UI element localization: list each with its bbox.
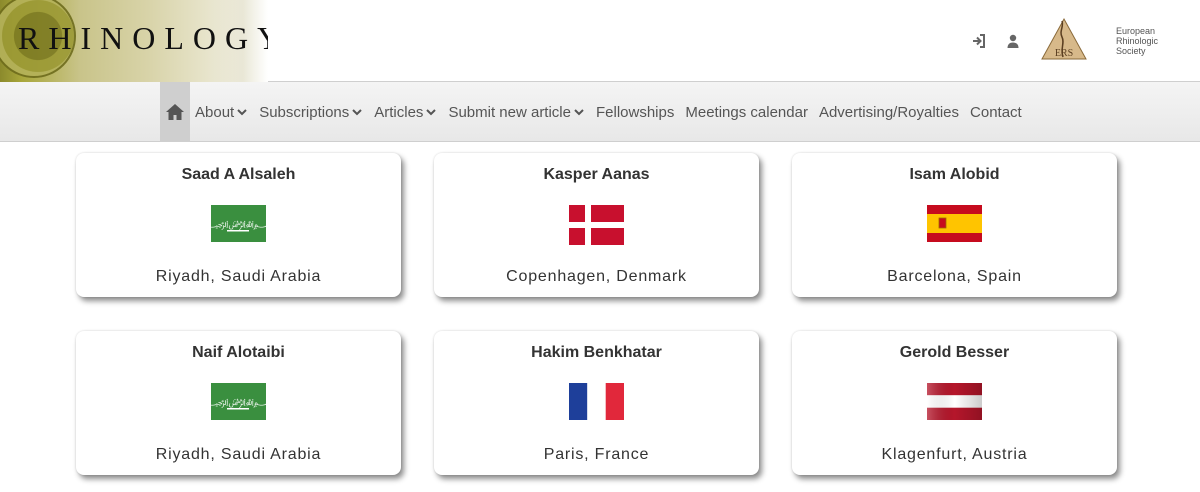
austria-flag-icon [927, 383, 982, 420]
nav-item-advertising-royalties[interactable]: Advertising/Royalties [819, 104, 959, 121]
nav-item-label: Contact [970, 103, 1022, 121]
member-card[interactable]: Hakim Benkhatar Paris, France [434, 331, 759, 475]
ers-badge-text: ERS [1055, 48, 1073, 59]
member-name: Gerold Besser [899, 344, 1010, 361]
ers-line-3: Society [1116, 46, 1146, 56]
member-name: Hakim Benkhatar [531, 344, 662, 361]
member-card[interactable]: Naif Alotaibi ﷽ Riyadh, Saudi Arabia [76, 331, 401, 475]
member-location: Klagenfurt, Austria [881, 446, 1028, 463]
member-location: Barcelona, Spain [887, 268, 1022, 285]
member-card[interactable]: Saad A Alsaleh ﷽ Riyadh, Saudi Arabia [76, 153, 401, 297]
ers-line-2: Rhinologic [1116, 36, 1159, 46]
nav-item-about[interactable]: About [195, 104, 248, 121]
site-header: RHINOLOGY ERS European Rhinologic Societ… [0, 0, 1200, 82]
main-nav: About Subscriptions Articles Submit new art… [0, 82, 1200, 142]
login-icon[interactable] [971, 33, 987, 49]
rhinology-logo[interactable]: RHINOLOGY [0, 0, 268, 82]
nav-item-articles[interactable]: Articles [374, 104, 437, 121]
nav-item-meetings-calendar[interactable]: Meetings calendar [685, 104, 808, 121]
nav-item-label: Articles [374, 103, 424, 121]
member-location: Riyadh, Saudi Arabia [155, 446, 322, 463]
chevron-down-icon [574, 109, 584, 116]
france-flag-icon [569, 383, 624, 420]
member-card[interactable]: Kasper Aanas Copenhagen, Denmark [434, 153, 759, 297]
chevron-down-icon [426, 109, 437, 116]
member-name: Naif Alotaibi [192, 344, 285, 361]
member-card[interactable]: Isam Alobid Barcelona, Spain [792, 153, 1117, 297]
nav-item-fellowships[interactable]: Fellowships [596, 104, 674, 121]
user-icon[interactable] [1005, 33, 1021, 49]
ers-name: European Rhinologic Society [1116, 26, 1158, 56]
nav-item-label: Submit new article [448, 103, 571, 121]
saudi-arabia-flag-icon: ﷽ [204, 383, 273, 420]
logo-text: RHINOLOGY [18, 20, 268, 56]
ers-line-1: European [1116, 26, 1156, 36]
nav-home-button[interactable] [160, 82, 190, 142]
saudi-arabia-flag-icon: ﷽ [204, 205, 273, 242]
member-name: Saad A Alsaleh [181, 166, 296, 183]
nav-item-label: Advertising/Royalties [818, 103, 960, 121]
nav-item-label: Subscriptions [259, 103, 350, 121]
ers-logo[interactable]: ERS [1040, 17, 1088, 61]
nav-item-contact[interactable]: Contact [970, 104, 1022, 121]
chevron-down-icon [237, 109, 247, 116]
member-location: Copenhagen, Denmark [506, 268, 687, 285]
member-location: Riyadh, Saudi Arabia [155, 268, 322, 285]
member-card[interactable]: Gerold Besser Klagenfurt, Austria [792, 331, 1117, 475]
nav-item-label: Meetings calendar [685, 103, 808, 121]
chevron-down-icon [352, 109, 362, 116]
member-name: Isam Alobid [909, 166, 1000, 183]
nav-item-label: Fellowships [596, 103, 675, 121]
nav-items: About Subscriptions Articles Submit new art… [195, 82, 1033, 142]
member-name: Kasper Aanas [543, 166, 650, 183]
nav-item-subscriptions[interactable]: Subscriptions [259, 104, 363, 121]
nav-item-label: About [195, 103, 235, 121]
denmark-flag-icon [569, 205, 624, 245]
member-location: Paris, France [543, 446, 650, 463]
nav-item-submit-new-article[interactable]: Submit new article [448, 104, 585, 121]
home-icon [166, 104, 184, 120]
spain-flag-icon [927, 205, 982, 242]
